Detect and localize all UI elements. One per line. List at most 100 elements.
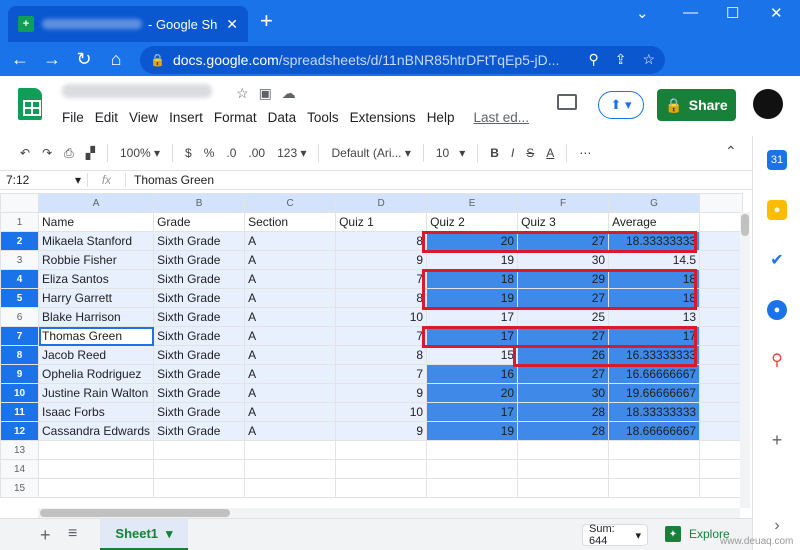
formula-input[interactable]: Thomas Green [126,173,214,187]
cell[interactable]: 20 [426,231,519,251]
sheet-tab-sheet1[interactable]: Sheet1 ▾ [100,519,188,550]
row-header[interactable]: 5 [0,288,39,308]
share-button[interactable]: 🔒 Share [657,89,736,121]
sum-summary-select[interactable]: Sum: 644 ▾ [582,523,648,547]
cell[interactable]: 8 [335,288,428,308]
cell[interactable] [37,440,155,460]
cell[interactable]: 18.66666667 [608,421,701,441]
home-icon[interactable]: ⌂ [100,49,132,70]
cell[interactable]: 29 [517,269,610,289]
cloud-status-icon[interactable]: ☁ [282,85,296,102]
maps-icon[interactable]: ⚲ [767,350,787,370]
cell[interactable]: Grade [153,212,246,232]
menu-tools[interactable]: Tools [307,110,339,125]
cell[interactable]: A [244,402,337,422]
cell[interactable]: Sixth Grade [153,269,246,289]
cell[interactable]: 8 [335,345,428,365]
row-header[interactable]: 2 [0,231,39,251]
cell[interactable]: A [244,307,337,327]
row-header[interactable]: 10 [0,383,39,403]
cell[interactable] [699,478,744,498]
cell[interactable]: Robbie Fisher [37,250,155,270]
percent-format-button[interactable]: % [198,146,221,160]
column-header-d[interactable]: D [335,193,428,213]
cell[interactable]: 16.33333333 [608,345,701,365]
cell[interactable]: 14.5 [608,250,701,270]
minimize-button[interactable]: — [683,4,698,21]
tasks-icon[interactable]: ✔ [767,250,787,270]
browser-tab[interactable]: + - Google Sh ✕ [8,6,248,42]
paint-format-icon[interactable]: ▞ [80,146,101,160]
cell[interactable] [37,478,155,498]
row-header[interactable]: 15 [0,478,39,498]
row-header[interactable]: 7 [0,326,39,346]
cell[interactable]: Section [244,212,337,232]
cell[interactable]: Average [608,212,701,232]
undo-icon[interactable]: ↶ [14,146,36,160]
cell[interactable]: 27 [517,326,610,346]
cell[interactable] [699,421,744,441]
cell[interactable]: 10 [335,402,428,422]
menu-help[interactable]: Help [427,110,455,125]
cell[interactable] [699,440,744,460]
cell[interactable]: Sixth Grade [153,364,246,384]
star-icon[interactable]: ☆ [236,85,249,102]
new-tab-button[interactable]: + [260,10,273,32]
cell[interactable]: Thomas Green [37,326,155,346]
column-header-f[interactable]: F [517,193,610,213]
italic-button[interactable]: I [505,146,520,160]
cell[interactable] [335,478,428,498]
cell[interactable]: 28 [517,402,610,422]
cell[interactable]: 7 [335,269,428,289]
cell[interactable]: 18 [608,288,701,308]
cell[interactable] [335,440,428,460]
collapse-menu-icon[interactable]: ⌃ [725,143,737,160]
cell[interactable]: 7 [335,326,428,346]
column-header-h[interactable] [699,193,744,213]
column-header-a[interactable]: A [37,193,155,213]
cell[interactable]: 13 [608,307,701,327]
add-sheet-button[interactable]: + [40,525,51,546]
cell[interactable] [699,459,744,479]
cell[interactable]: 18.33333333 [608,402,701,422]
cell[interactable]: 15 [426,345,519,365]
row-header[interactable]: 6 [0,307,39,327]
column-header-b[interactable]: B [153,193,246,213]
cell[interactable]: 17 [426,402,519,422]
cell[interactable]: Name [37,212,155,232]
present-button[interactable]: ⬆ ▾ [598,91,644,119]
cell[interactable]: Sixth Grade [153,326,246,346]
row-header[interactable]: 3 [0,250,39,270]
cell[interactable] [699,364,744,384]
horizontal-scrollbar[interactable] [38,508,740,518]
cell[interactable] [426,459,519,479]
get-addons-icon[interactable]: + [767,430,787,450]
column-header-c[interactable]: C [244,193,337,213]
cell[interactable] [699,212,744,232]
reload-icon[interactable]: ↻ [68,49,100,70]
cell[interactable]: 10 [335,307,428,327]
forward-arrow-icon[interactable]: → [36,49,68,70]
cell[interactable] [426,440,519,460]
redo-icon[interactable]: ↷ [36,146,58,160]
menu-file[interactable]: File [62,110,84,125]
cell[interactable]: Mikaela Stanford [37,231,155,251]
name-box[interactable]: 7:12 ▾ [0,173,88,187]
cell[interactable]: Sixth Grade [153,231,246,251]
cell[interactable]: Harry Garrett [37,288,155,308]
bold-button[interactable]: B [484,146,505,160]
vertical-scroll-thumb[interactable] [741,214,749,236]
show-side-panel-icon[interactable]: › [767,516,787,536]
row-header[interactable]: 1 [0,212,39,232]
more-options-icon[interactable]: ⋯ [573,146,597,160]
cell[interactable]: Ophelia Rodriguez [37,364,155,384]
cell[interactable]: 18.33333333 [608,231,701,251]
share-page-icon[interactable]: ⇪ [615,51,627,68]
cell[interactable]: Quiz 1 [335,212,428,232]
cell[interactable] [335,459,428,479]
cell[interactable] [699,326,744,346]
cell[interactable]: Blake Harrison [37,307,155,327]
cell[interactable] [426,478,519,498]
sheets-logo-icon[interactable] [18,88,42,120]
zoom-magnifier-icon[interactable]: ⚲ [588,51,598,68]
